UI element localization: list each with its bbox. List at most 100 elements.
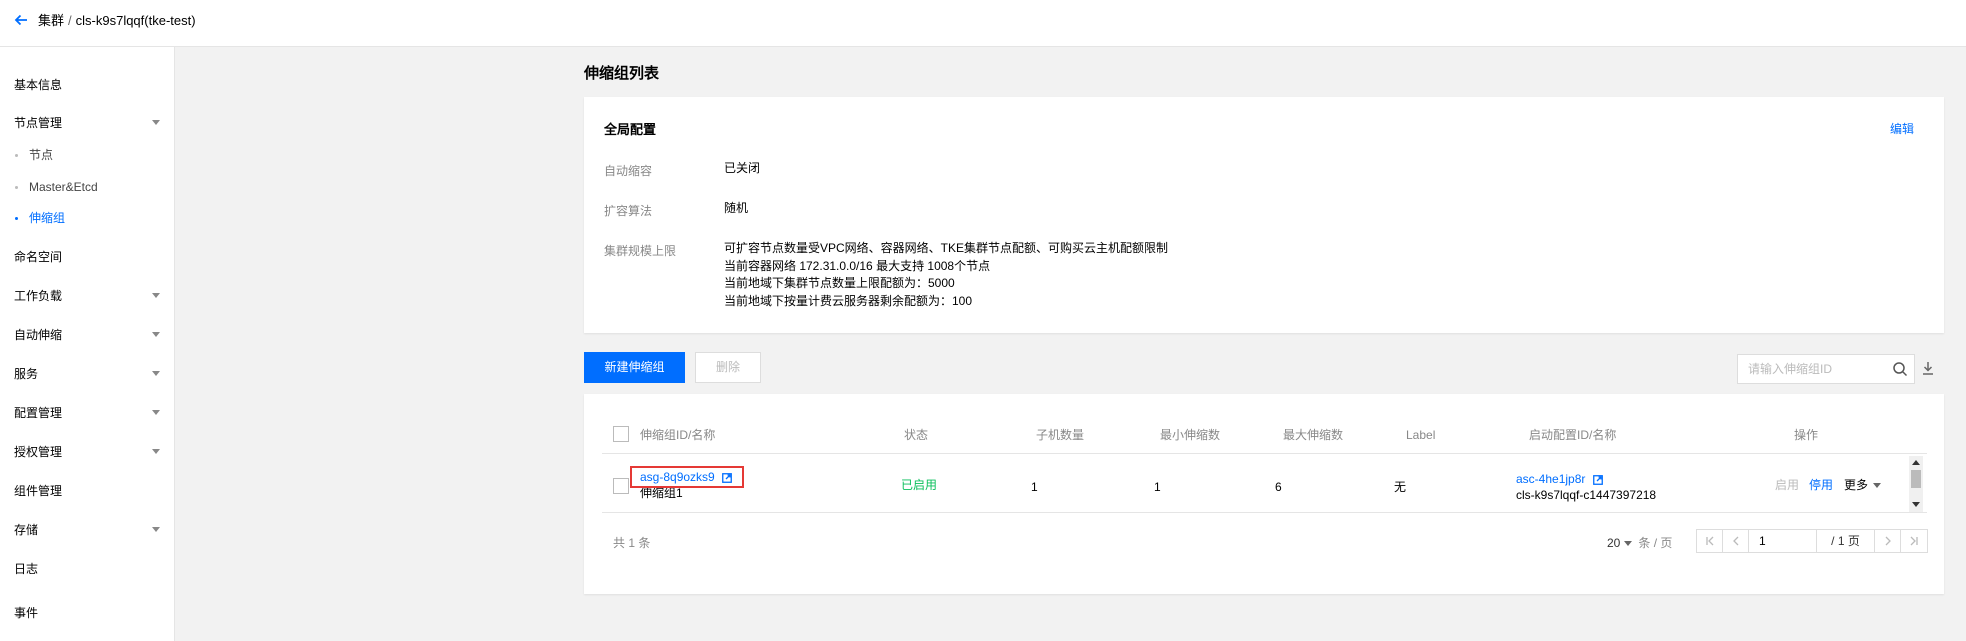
more-actions-label: 更多 — [1844, 478, 1869, 492]
sidebar-item-label: 存储 — [14, 523, 39, 537]
sidebar-item-authorization[interactable]: 授权管理 — [14, 444, 164, 460]
global-config-title: 全局配置 — [604, 122, 657, 137]
column-header-status: 状态 — [904, 428, 929, 442]
sidebar-subitem-master-etcd[interactable]: Master&Etcd — [15, 179, 98, 195]
chevron-down-icon — [152, 332, 160, 337]
sidebar-item-namespace[interactable]: 命名空间 — [14, 249, 164, 265]
column-header-label: Label — [1406, 428, 1436, 442]
cluster-limit-value: 可扩容节点数量受VPC网络、容器网络、TKE集群节点配额、可购买云主机配额限制 … — [724, 240, 1168, 310]
page-number-field — [1749, 530, 1817, 552]
total-pages: / 1 页 — [1817, 530, 1875, 552]
sidebar-item-label: 工作负载 — [14, 289, 63, 303]
sidebar-subitem-nodes[interactable]: 节点 — [15, 147, 53, 163]
sidebar-item-storage[interactable]: 存储 — [14, 522, 164, 538]
instance-count: 1 — [1031, 480, 1038, 494]
search-icon[interactable] — [1892, 361, 1908, 377]
pagination: / 1 页 — [1696, 529, 1928, 553]
chevron-down-icon — [152, 120, 160, 125]
first-page-icon[interactable] — [1697, 530, 1723, 552]
scaling-group-table: 伸缩组ID/名称 状态 子机数量 最小伸缩数 最大伸缩数 Label 启动配置I… — [584, 394, 1944, 594]
sidebar: 基本信息 节点管理 节点 Master&Etcd 伸缩组 命名空间 工作负载 自… — [0, 47, 175, 641]
launch-config-id[interactable]: asc-4he1jp8r — [1516, 472, 1585, 486]
scroll-up-icon[interactable] — [1912, 460, 1920, 465]
table-scrollbar[interactable] — [1909, 456, 1923, 512]
top-bar: 集群 / cls-k9s7lqqf(tke-test) — [0, 0, 1966, 47]
sidebar-item-basic-info[interactable]: 基本信息 — [14, 77, 164, 93]
select-all-checkbox[interactable] — [613, 426, 629, 442]
sidebar-item-label: 伸缩组 — [29, 211, 66, 225]
column-header-max-size: 最大伸缩数 — [1283, 428, 1344, 442]
column-header-instance-count: 子机数量 — [1036, 428, 1085, 442]
max-size: 6 — [1275, 480, 1282, 494]
page-size-select[interactable]: 20 条 / 页 — [1607, 534, 1672, 551]
more-actions-dropdown[interactable]: 更多 — [1844, 477, 1882, 493]
column-header-min-size: 最小伸缩数 — [1160, 428, 1221, 442]
back-arrow-icon[interactable] — [13, 12, 31, 30]
cluster-limit-line: 当前容器网络 172.31.0.0/16 最大支持 1008个节点 — [724, 258, 991, 273]
sidebar-item-label: 服务 — [14, 367, 39, 381]
download-icon[interactable] — [1921, 360, 1935, 376]
row-divider — [602, 512, 1927, 513]
total-count: 共 1 条 — [613, 536, 651, 550]
column-header-launch-config: 启动配置ID/名称 — [1529, 428, 1617, 442]
auto-scale-down-value: 已关闭 — [724, 161, 761, 175]
sidebar-item-label: Master&Etcd — [29, 180, 98, 194]
scroll-down-icon[interactable] — [1912, 502, 1920, 507]
sidebar-item-events[interactable]: 事件 — [14, 605, 164, 621]
scale-algorithm-label: 扩容算法 — [604, 204, 653, 218]
sidebar-item-label: 配置管理 — [14, 406, 63, 420]
status-badge: 已启用 — [901, 478, 938, 492]
chevron-down-icon — [1624, 541, 1633, 547]
enable-action[interactable]: 启用 — [1775, 477, 1799, 493]
bullet-icon — [15, 217, 18, 221]
edit-link[interactable]: 编辑 — [1890, 120, 1914, 137]
chevron-down-icon — [152, 410, 160, 415]
scale-algorithm-value: 随机 — [724, 201, 749, 215]
cluster-limit-label: 集群规模上限 — [604, 244, 677, 258]
label-value: 无 — [1394, 480, 1407, 494]
global-config-card: 全局配置 编辑 自动缩容 已关闭 扩容算法 随机 集群规模上限 可扩容节点数量受… — [584, 97, 1944, 333]
sidebar-item-node-management[interactable]: 节点管理 — [14, 115, 164, 131]
prev-page-icon[interactable] — [1723, 530, 1749, 552]
delete-button[interactable]: 删除 — [695, 352, 761, 383]
bullet-icon — [15, 154, 18, 158]
last-page-icon[interactable] — [1901, 530, 1927, 552]
page-title: 伸缩组列表 — [584, 65, 660, 82]
sidebar-item-service[interactable]: 服务 — [14, 366, 164, 382]
launch-config-id-link[interactable]: asc-4he1jp8r — [1516, 471, 1603, 487]
create-scaling-group-button[interactable]: 新建伸缩组 — [584, 352, 685, 383]
highlight-box — [630, 466, 744, 488]
cluster-limit-line: 当前地域下集群节点数量上限配额为：5000 — [724, 276, 955, 290]
sidebar-item-label: 授权管理 — [14, 445, 63, 459]
external-link-icon[interactable] — [1592, 474, 1603, 485]
breadcrumb-current: cls-k9s7lqqf(tke-test) — [75, 13, 196, 28]
search-box — [1737, 354, 1915, 384]
chevron-down-icon — [152, 449, 160, 454]
launch-config-name: cls-k9s7lqqf-c1447397218 — [1516, 488, 1657, 502]
sidebar-item-components[interactable]: 组件管理 — [14, 483, 164, 499]
sidebar-item-logs[interactable]: 日志 — [14, 561, 164, 577]
row-checkbox[interactable] — [613, 478, 629, 494]
next-page-icon[interactable] — [1875, 530, 1901, 552]
sidebar-item-workload[interactable]: 工作负载 — [14, 288, 164, 304]
column-header-id-name: 伸缩组ID/名称 — [640, 428, 716, 442]
sidebar-item-label: 节点 — [29, 148, 54, 162]
search-input[interactable] — [1738, 355, 1884, 383]
chevron-down-icon — [152, 371, 160, 376]
chevron-down-icon — [152, 527, 160, 532]
sidebar-item-autoscaling[interactable]: 自动伸缩 — [14, 327, 164, 343]
disable-action[interactable]: 停用 — [1809, 477, 1833, 493]
min-size: 1 — [1154, 480, 1161, 494]
column-header-actions: 操作 — [1794, 428, 1819, 442]
sidebar-item-config[interactable]: 配置管理 — [14, 405, 164, 421]
breadcrumb-cluster[interactable]: 集群 — [38, 13, 64, 28]
cluster-limit-line: 当前地域下按量计费云服务器剩余配额为：100 — [724, 293, 973, 308]
page-number-input[interactable] — [1749, 530, 1816, 552]
header-divider — [602, 453, 1927, 454]
scroll-thumb[interactable] — [1911, 470, 1921, 488]
breadcrumb-separator: / — [68, 13, 72, 28]
sidebar-subitem-scaling-group[interactable]: 伸缩组 — [15, 210, 65, 226]
page-size-value: 20 — [1607, 536, 1621, 550]
auto-scale-down-label: 自动缩容 — [604, 164, 653, 178]
cluster-limit-line: 可扩容节点数量受VPC网络、容器网络、TKE集群节点配额、可购买云主机配额限制 — [724, 241, 1169, 255]
